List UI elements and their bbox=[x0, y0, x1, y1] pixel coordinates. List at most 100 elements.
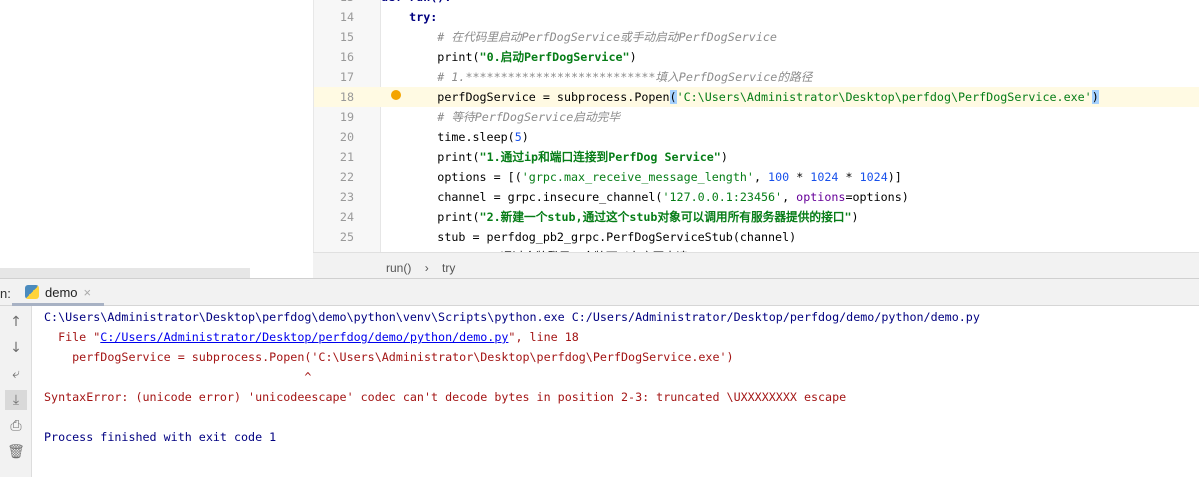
code-token: "2.新建一个stub,通过这个stub对象可以调用所有服务器提供的接口" bbox=[479, 210, 852, 224]
code-text: time.sleep(5) bbox=[381, 127, 529, 147]
run-tool-window-header: n: demo × bbox=[0, 278, 1199, 306]
code-text: print("2.新建一个stub,通过这个stub对象可以调用所有服务器提供的… bbox=[381, 207, 858, 227]
code-token: # 在代码里启动PerfDogService或手动启动PerfDogServic… bbox=[437, 30, 777, 44]
code-text: def run(): bbox=[381, 0, 451, 7]
code-token: print( bbox=[437, 150, 480, 164]
line-number: 16 bbox=[339, 50, 354, 64]
code-token: options = [( bbox=[437, 170, 522, 184]
line-number: 22 bbox=[339, 170, 354, 184]
code-line[interactable]: 21 print("1.通过ip和端口连接到PerfDog Service") bbox=[314, 147, 1199, 167]
file-link[interactable]: C:/Users/Administrator/Desktop/perfdog/d… bbox=[100, 330, 508, 344]
code-token: def run(): bbox=[381, 0, 451, 4]
code-token: "1.通过ip和端口连接到PerfDog Service" bbox=[479, 150, 721, 164]
code-token: , bbox=[782, 190, 797, 204]
code-line[interactable]: 17 # 1.***************************填入Perf… bbox=[314, 67, 1199, 87]
code-text: channel = grpc.insecure_channel('127.0.0… bbox=[381, 187, 909, 207]
code-token: * bbox=[838, 170, 860, 184]
code-line[interactable]: 20 time.sleep(5) bbox=[314, 127, 1199, 147]
code-line[interactable]: 15 # 在代码里启动PerfDogService或手动启动PerfDogSer… bbox=[314, 27, 1199, 47]
code-line[interactable]: 24 print("2.新建一个stub,通过这个stub对象可以调用所有服务器… bbox=[314, 207, 1199, 227]
project-panel bbox=[0, 0, 250, 278]
soft-wrap-icon[interactable]: ⤶ bbox=[5, 364, 27, 384]
breadcrumb-separator: › bbox=[424, 261, 429, 275]
code-token: ( bbox=[669, 90, 677, 104]
code-line[interactable]: 16 print("0.启动PerfDogService") bbox=[314, 47, 1199, 67]
code-token: ) bbox=[521, 130, 529, 144]
code-text: # 1.***************************填入PerfDog… bbox=[381, 67, 812, 87]
line-number: 15 bbox=[339, 30, 354, 44]
code-token: print( bbox=[437, 210, 480, 224]
line-number: 13 bbox=[314, 0, 354, 7]
code-token: options bbox=[796, 190, 846, 204]
syntax-error: SyntaxError: (unicode error) 'unicodeesc… bbox=[44, 390, 847, 404]
code-token: 100 bbox=[768, 170, 790, 184]
code-token: * bbox=[789, 170, 811, 184]
tab-label: demo bbox=[45, 285, 78, 300]
arrow-up-icon[interactable]: ↑ bbox=[5, 312, 27, 332]
traceback-caret: ^ bbox=[44, 370, 312, 384]
code-text: perfDogService = subprocess.Popen('C:\Us… bbox=[381, 87, 1099, 107]
code-token: 'grpc.max_receive_message_length' bbox=[521, 170, 754, 184]
code-token: print( bbox=[437, 50, 480, 64]
scroll-to-end-icon[interactable]: ⤓ bbox=[5, 390, 27, 410]
code-token: 1024 bbox=[859, 170, 888, 184]
breadcrumb-run[interactable]: run() bbox=[386, 261, 411, 275]
line-number: 25 bbox=[339, 230, 354, 244]
code-token: # 1.***************************填入PerfDog… bbox=[437, 70, 813, 84]
traceback-code: perfDogService = subprocess.Popen('C:\Us… bbox=[44, 350, 734, 364]
code-line[interactable]: 23 channel = grpc.insecure_channel('127.… bbox=[314, 187, 1199, 207]
code-line[interactable]: 22 options = [('grpc.max_receive_message… bbox=[314, 167, 1199, 187]
code-token: perfDogService = subprocess.Popen bbox=[437, 90, 670, 104]
code-token: =options) bbox=[845, 190, 909, 204]
process-finished: Process finished with exit code 1 bbox=[44, 430, 277, 444]
code-token: ) bbox=[1091, 90, 1099, 104]
code-text: print("0.启动PerfDogService") bbox=[381, 47, 637, 67]
print-icon[interactable]: ⎙ bbox=[5, 416, 27, 436]
python-icon bbox=[25, 285, 39, 299]
line-number: 18 bbox=[339, 90, 354, 104]
console-output[interactable]: C:\Users\Administrator\Desktop\perfdog\d… bbox=[44, 306, 980, 444]
code-token: 'C:\Users\Administrator\Desktop\perfdog\… bbox=[676, 90, 1092, 104]
line-number: 21 bbox=[339, 150, 354, 164]
code-text: # 等待PerfDogService启动完毕 bbox=[381, 107, 620, 127]
file-suffix: ", line 18 bbox=[508, 330, 579, 344]
console-toolbar: ↑ ↓ ⤶ ⤓ ⎙ 🗑 bbox=[0, 306, 32, 477]
tab-demo[interactable]: demo × bbox=[12, 279, 104, 306]
code-token: ) bbox=[629, 50, 637, 64]
code-editor[interactable]: 13def run():14 try:15 # 在代码里启动PerfDogSer… bbox=[313, 0, 1199, 260]
trash-icon[interactable]: 🗑 bbox=[5, 442, 27, 462]
code-line[interactable]: 18 perfDogService = subprocess.Popen('C:… bbox=[314, 87, 1199, 107]
run-label: n: bbox=[0, 286, 11, 301]
code-text: print("1.通过ip和端口连接到PerfDog Service") bbox=[381, 147, 728, 167]
line-number: 24 bbox=[339, 210, 354, 224]
code-line[interactable]: 19 # 等待PerfDogService启动完毕 bbox=[314, 107, 1199, 127]
code-token: ) bbox=[720, 150, 728, 164]
code-token: , bbox=[753, 170, 769, 184]
code-line[interactable]: 25 stub = perfdog_pb2_grpc.PerfDogServic… bbox=[314, 227, 1199, 247]
file-prefix: File " bbox=[44, 330, 101, 344]
horizontal-scrollbar[interactable] bbox=[0, 268, 250, 278]
line-number: 17 bbox=[339, 70, 354, 84]
code-line[interactable]: 13 def run(): bbox=[314, 0, 1199, 7]
code-token: '127.0.0.1:23456' bbox=[662, 190, 783, 204]
close-icon[interactable]: × bbox=[84, 285, 92, 300]
code-line[interactable]: 14 try: bbox=[314, 7, 1199, 27]
code-token: "0.启动PerfDogService" bbox=[479, 50, 630, 64]
code-token: channel = grpc.insecure_channel( bbox=[437, 190, 663, 204]
code-token: 5 bbox=[514, 130, 522, 144]
arrow-down-icon[interactable]: ↓ bbox=[5, 338, 27, 358]
code-text: # 在代码里启动PerfDogService或手动启动PerfDogServic… bbox=[381, 27, 777, 47]
traceback-file-line: File "C:/Users/Administrator/Desktop/per… bbox=[44, 327, 579, 347]
console-command: C:\Users\Administrator\Desktop\perfdog\d… bbox=[44, 310, 980, 324]
breadcrumb-try[interactable]: try bbox=[442, 261, 455, 275]
code-text: try: bbox=[381, 7, 437, 27]
line-number: 23 bbox=[339, 190, 354, 204]
code-token: time.sleep( bbox=[437, 130, 515, 144]
line-number: 19 bbox=[339, 110, 354, 124]
code-token: 1024 bbox=[810, 170, 839, 184]
code-token: stub = perfdog_pb2_grpc.PerfDogServiceSt… bbox=[437, 230, 797, 244]
line-number: 20 bbox=[339, 130, 354, 144]
code-token: )] bbox=[887, 170, 902, 184]
line-number: 14 bbox=[339, 10, 354, 24]
code-token: # 等待PerfDogService启动完毕 bbox=[437, 110, 621, 124]
